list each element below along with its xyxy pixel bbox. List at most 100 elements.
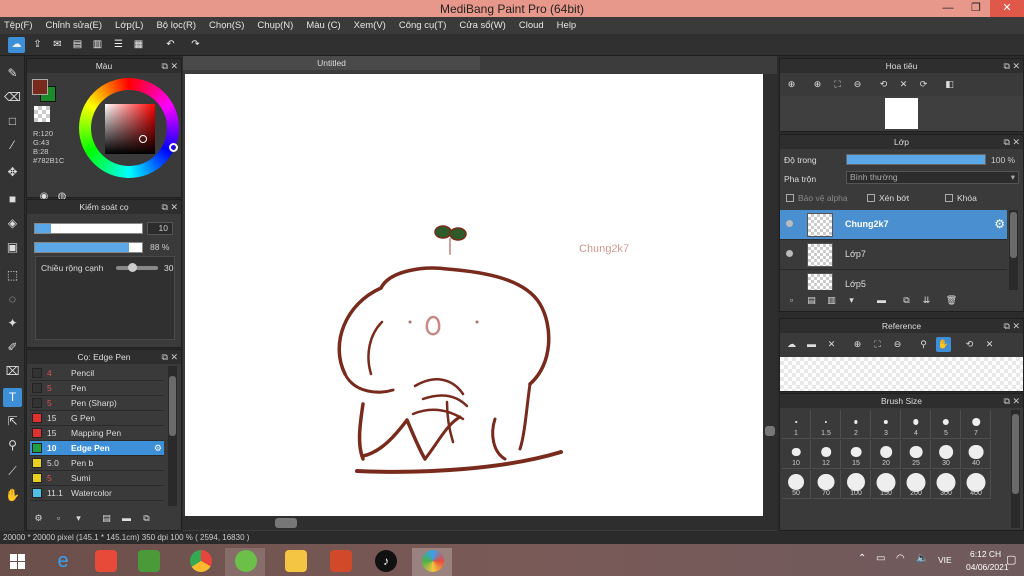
transparent-swatch[interactable] bbox=[34, 106, 50, 122]
operation-tool-icon[interactable]: ⇱ bbox=[3, 412, 22, 431]
reset-view-icon[interactable]: ✕ bbox=[896, 77, 911, 92]
zoom-out-icon[interactable]: ⊖ bbox=[890, 337, 905, 352]
bucket-tool-icon[interactable]: ◈ bbox=[3, 214, 22, 233]
panel-controls-icon[interactable]: ⧉ ✕ bbox=[1004, 59, 1020, 73]
saturation-value-box[interactable] bbox=[105, 104, 155, 154]
taskbar-app-2[interactable] bbox=[85, 548, 125, 576]
rotate-icon[interactable]: ⟲ bbox=[962, 337, 977, 352]
reset-icon[interactable]: ✕ bbox=[982, 337, 997, 352]
primary-color-swatch[interactable] bbox=[32, 79, 48, 95]
merge-layer-icon[interactable]: ⇊ bbox=[919, 293, 934, 308]
menu-snap[interactable]: Chụp(N) bbox=[257, 20, 293, 31]
brush-size-cell[interactable]: 25 bbox=[902, 440, 931, 469]
new-8bit-layer-icon[interactable]: ▥ bbox=[824, 293, 839, 308]
network-icon[interactable]: ▭ bbox=[876, 553, 885, 564]
brush-list-scroll-thumb[interactable] bbox=[169, 376, 176, 436]
panel-controls-icon[interactable]: ⧉ ✕ bbox=[1004, 319, 1020, 333]
brush-copy-icon[interactable]: ▤ bbox=[99, 511, 114, 526]
brush-size-cell[interactable]: 5 bbox=[932, 410, 961, 439]
panel-controls-icon[interactable]: ⧉ ✕ bbox=[162, 350, 178, 364]
brush-size-cell[interactable]: 2 bbox=[842, 410, 871, 439]
close-button[interactable]: ✕ bbox=[990, 0, 1024, 17]
brush-size-scrollbar[interactable] bbox=[1011, 410, 1020, 528]
zoom-in-icon[interactable]: ⊕ bbox=[850, 337, 865, 352]
taskbar-medibang[interactable] bbox=[412, 548, 452, 576]
duplicate-layer-icon[interactable]: ⧉ bbox=[899, 293, 914, 308]
brush-row[interactable]: 5.0 Pen b bbox=[30, 456, 164, 471]
taskbar-app-5[interactable] bbox=[225, 548, 265, 576]
clock-time[interactable]: 6:12 CH bbox=[970, 549, 1001, 559]
undo-icon[interactable]: ↶ bbox=[162, 37, 179, 53]
lasso-tool-icon[interactable]: ◌ bbox=[3, 290, 22, 309]
panel-controls-icon[interactable]: ⧉ ✕ bbox=[1004, 394, 1020, 408]
canvas-hscroll-thumb[interactable] bbox=[275, 518, 297, 528]
brush-size-cell[interactable]: 150 bbox=[872, 470, 901, 499]
select-eraser-icon[interactable]: ⌧ bbox=[3, 362, 22, 381]
brush-row[interactable]: 10 Edge Pen ⚙ bbox=[30, 441, 164, 456]
note-icon[interactable]: ▤ bbox=[69, 37, 86, 53]
brush-settings-icon[interactable]: ⚙ bbox=[31, 511, 46, 526]
magic-wand-icon[interactable]: ✦ bbox=[3, 314, 22, 333]
brush-size-cell[interactable]: 30 bbox=[932, 440, 961, 469]
wifi-icon[interactable]: ◠ bbox=[896, 553, 905, 564]
menu-file[interactable]: Tệp(F) bbox=[4, 20, 33, 31]
fit-icon[interactable]: ⛶ bbox=[870, 337, 885, 352]
brush-row[interactable]: 15 Mapping Pen bbox=[30, 426, 164, 441]
menu-window[interactable]: Cửa sổ(W) bbox=[459, 20, 505, 31]
layer-row[interactable]: Lớp7 bbox=[780, 240, 1007, 270]
maximize-button[interactable]: ❐ bbox=[962, 0, 990, 17]
menu-help[interactable]: Help bbox=[557, 20, 577, 31]
brush-row[interactable]: 4 Pencil bbox=[30, 366, 164, 381]
start-button[interactable] bbox=[0, 548, 40, 576]
brush-size-cell[interactable]: 50 bbox=[782, 470, 811, 499]
notification-icon[interactable]: ▢ bbox=[1006, 553, 1016, 566]
layer-opacity-slider[interactable] bbox=[846, 154, 986, 165]
comment-icon[interactable]: ✉ bbox=[49, 37, 66, 53]
taskbar-ie[interactable]: e bbox=[42, 548, 82, 576]
cloud-icon[interactable]: ☁ bbox=[8, 37, 25, 53]
brush-size-cell[interactable]: 3 bbox=[872, 410, 901, 439]
canvas-horizontal-scrollbar[interactable] bbox=[183, 516, 777, 530]
taskbar-app-7[interactable] bbox=[320, 548, 360, 576]
drawing-canvas[interactable]: Chung2k7 bbox=[185, 74, 763, 530]
navigator-thumbnail[interactable] bbox=[885, 98, 918, 129]
brush-size-cell[interactable]: 4 bbox=[902, 410, 931, 439]
delete-layer-icon[interactable]: 🗑 bbox=[944, 293, 959, 308]
text-tool-icon[interactable]: T bbox=[3, 388, 22, 407]
brush-row[interactable]: 5 Pen (Sharp) bbox=[30, 396, 164, 411]
gear-icon[interactable]: ⚙ bbox=[994, 217, 1005, 231]
brush-size-cell[interactable]: 70 bbox=[812, 470, 841, 499]
grid-icon[interactable]: ▦ bbox=[130, 37, 147, 53]
fit-icon[interactable]: ⛶ bbox=[830, 77, 845, 92]
edge-width-knob[interactable] bbox=[128, 263, 137, 272]
taskbar-explorer[interactable] bbox=[275, 548, 315, 576]
brush-size-cell[interactable]: 200 bbox=[902, 470, 931, 499]
close-reference-icon[interactable]: ✕ bbox=[824, 337, 839, 352]
layer-row[interactable]: Chung2k7 ⚙ bbox=[780, 210, 1007, 240]
taskbar-tiktok[interactable]: ♪ bbox=[365, 548, 405, 576]
brush-duplicate-icon[interactable]: ⧉ bbox=[139, 511, 154, 526]
layer-scroll-thumb[interactable] bbox=[1010, 212, 1017, 258]
brush-size-scroll-thumb[interactable] bbox=[1012, 414, 1019, 494]
lock-checkbox[interactable] bbox=[945, 194, 953, 202]
visibility-icon[interactable] bbox=[786, 250, 793, 257]
brush-menu-icon[interactable]: ▾ bbox=[71, 511, 86, 526]
select-rect-icon[interactable]: ⬚ bbox=[3, 266, 22, 285]
language-indicator[interactable]: VIE bbox=[938, 555, 952, 565]
redo-icon[interactable]: ↷ bbox=[187, 37, 204, 53]
eraser-tool-icon[interactable]: ⌫ bbox=[3, 88, 22, 107]
brush-size-cell[interactable]: 1 bbox=[782, 410, 811, 439]
tray-chevron-icon[interactable]: ⌃ bbox=[858, 553, 866, 564]
hand-tool-icon[interactable]: ✋ bbox=[3, 486, 22, 505]
panel-controls-icon[interactable]: ⧉ ✕ bbox=[162, 59, 178, 73]
brush-size-slider[interactable] bbox=[34, 223, 143, 234]
menu-view[interactable]: Xem(V) bbox=[354, 20, 386, 31]
panel-controls-icon[interactable]: ⧉ ✕ bbox=[162, 200, 178, 214]
brush-row[interactable]: 5 Sumi bbox=[30, 471, 164, 486]
brush-row[interactable]: 5 Pen bbox=[30, 381, 164, 396]
menu-tools[interactable]: Công cụ(T) bbox=[399, 20, 447, 31]
menu-select[interactable]: Chọn(S) bbox=[209, 20, 244, 31]
protect-alpha-checkbox[interactable] bbox=[786, 194, 794, 202]
add-brush-icon[interactable]: ▫ bbox=[51, 511, 66, 526]
brush-size-cell[interactable]: 400 bbox=[962, 470, 991, 499]
